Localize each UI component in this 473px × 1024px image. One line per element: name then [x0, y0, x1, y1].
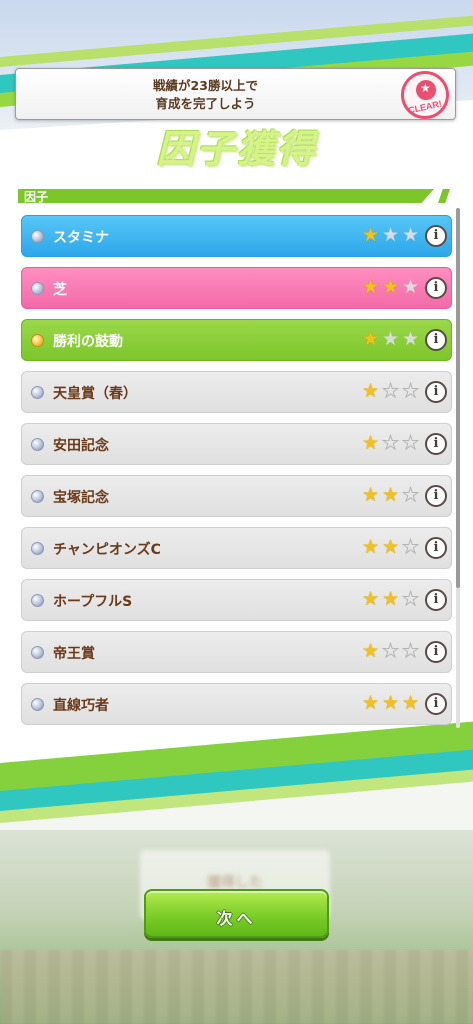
star-filled-icon: ★ [382, 692, 400, 714]
star-filled-icon: ★ [362, 588, 380, 610]
next-button[interactable]: 次へ [144, 889, 329, 938]
star-filled-icon: ★ [402, 692, 420, 714]
factor-gem-icon [31, 646, 44, 659]
info-icon[interactable]: i [425, 537, 447, 559]
factor-gem-icon [31, 334, 44, 347]
next-button-label: 次へ [216, 909, 257, 928]
mission-text: 戦績が23勝以上で 育成を完了しよう [16, 77, 395, 113]
factor-star-rating: ★ ★ ★ [362, 381, 422, 403]
star-filled-icon: ★ [362, 536, 380, 558]
info-icon[interactable]: i [425, 381, 447, 403]
track-decor [0, 950, 473, 1024]
factor-row[interactable]: 勝利の鼓動 ★ ★ ★ i [21, 319, 452, 361]
factor-row[interactable]: 宝塚記念 ★ ★ ★ i [21, 475, 452, 517]
factor-row[interactable]: チャンピオンズC ★ ★ ★ i [21, 527, 452, 569]
info-icon[interactable]: i [425, 277, 447, 299]
factor-gem-icon [31, 698, 44, 711]
star-filled-icon: ★ [362, 484, 380, 506]
list-scrollbar[interactable] [456, 208, 460, 728]
factor-row[interactable]: 安田記念 ★ ★ ★ i [21, 423, 452, 465]
star-filled-icon: ★ [362, 328, 380, 350]
star-filled-icon: ★ [362, 224, 380, 246]
info-icon[interactable]: i [425, 693, 447, 715]
factor-star-rating: ★ ★ ★ [362, 537, 422, 559]
section-bar [18, 189, 434, 203]
factor-star-rating: ★ ★ ★ [362, 485, 422, 507]
factor-star-rating: ★ ★ ★ [362, 225, 422, 247]
scrollbar-thumb[interactable] [456, 208, 460, 588]
mission-line-1: 戦績が23勝以上で [153, 78, 258, 93]
info-icon[interactable]: i [425, 433, 447, 455]
star-filled-icon: ★ [382, 536, 400, 558]
star-empty-icon: ★ [402, 276, 420, 298]
factor-name: 安田記念 [53, 438, 109, 454]
mission-banner: 戦績が23勝以上で 育成を完了しよう CLEAR! [15, 68, 456, 120]
factor-name: 帝王賞 [53, 646, 95, 662]
factor-gem-icon [31, 438, 44, 451]
factor-gem-icon [31, 542, 44, 555]
factor-name: 天皇賞（春） [53, 386, 137, 402]
star-filled-icon: ★ [362, 432, 380, 454]
factor-row[interactable]: 直線巧者 ★ ★ ★ i [21, 683, 452, 725]
factor-gem-icon [31, 230, 44, 243]
factor-name: チャンピオンズC [53, 542, 161, 558]
factor-section-header: 因子 [18, 189, 450, 205]
info-icon[interactable]: i [425, 589, 447, 611]
star-filled-icon: ★ [362, 380, 380, 402]
info-icon[interactable]: i [425, 485, 447, 507]
factor-name: 芝 [53, 282, 67, 298]
star-empty-icon: ★ [402, 536, 420, 558]
info-icon[interactable]: i [425, 225, 447, 247]
star-empty-icon: ★ [402, 328, 420, 350]
factor-row[interactable]: ホープフルS ★ ★ ★ i [21, 579, 452, 621]
factor-gem-icon [31, 386, 44, 399]
section-label: 因子 [24, 190, 49, 204]
clear-star-icon [416, 80, 436, 100]
star-empty-icon: ★ [402, 380, 420, 402]
factor-star-rating: ★ ★ ★ [362, 433, 422, 455]
factor-star-rating: ★ ★ ★ [362, 277, 422, 299]
mission-line-2: 育成を完了しよう [155, 96, 256, 111]
star-empty-icon: ★ [382, 328, 400, 350]
factor-name: スタミナ [53, 230, 109, 246]
star-filled-icon: ★ [362, 276, 380, 298]
factor-row[interactable]: 天皇賞（春） ★ ★ ★ i [21, 371, 452, 413]
section-bar-accent [438, 189, 450, 203]
factor-star-rating: ★ ★ ★ [362, 329, 422, 351]
factor-name: 勝利の鼓動 [53, 334, 123, 350]
factor-name: 宝塚記念 [53, 490, 109, 506]
star-filled-icon: ★ [362, 640, 380, 662]
star-empty-icon: ★ [382, 432, 400, 454]
factor-row[interactable]: スタミナ ★ ★ ★ i [21, 215, 452, 257]
star-empty-icon: ★ [402, 432, 420, 454]
star-empty-icon: ★ [382, 380, 400, 402]
factor-star-rating: ★ ★ ★ [362, 641, 422, 663]
factor-star-rating: ★ ★ ★ [362, 589, 422, 611]
clear-badge-label: CLEAR! [407, 98, 443, 116]
info-icon[interactable]: i [425, 641, 447, 663]
star-empty-icon: ★ [402, 588, 420, 610]
star-filled-icon: ★ [382, 588, 400, 610]
clear-badge: CLEAR! [401, 71, 449, 119]
factor-gem-icon [31, 594, 44, 607]
star-empty-icon: ★ [402, 484, 420, 506]
factor-row[interactable]: 帝王賞 ★ ★ ★ i [21, 631, 452, 673]
factor-gem-icon [31, 490, 44, 503]
factor-row[interactable]: 芝 ★ ★ ★ i [21, 267, 452, 309]
page-title: 因子獲得 [156, 127, 317, 171]
star-filled-icon: ★ [362, 692, 380, 714]
info-icon[interactable]: i [425, 329, 447, 351]
factor-name: 直線巧者 [53, 698, 109, 714]
factor-name: ホープフルS [53, 594, 133, 610]
star-empty-icon: ★ [402, 640, 420, 662]
star-empty-icon: ★ [382, 224, 400, 246]
star-empty-icon: ★ [402, 224, 420, 246]
factor-gem-icon [31, 282, 44, 295]
star-empty-icon: ★ [382, 640, 400, 662]
star-filled-icon: ★ [382, 484, 400, 506]
star-filled-icon: ★ [382, 276, 400, 298]
factor-star-rating: ★ ★ ★ [362, 693, 422, 715]
